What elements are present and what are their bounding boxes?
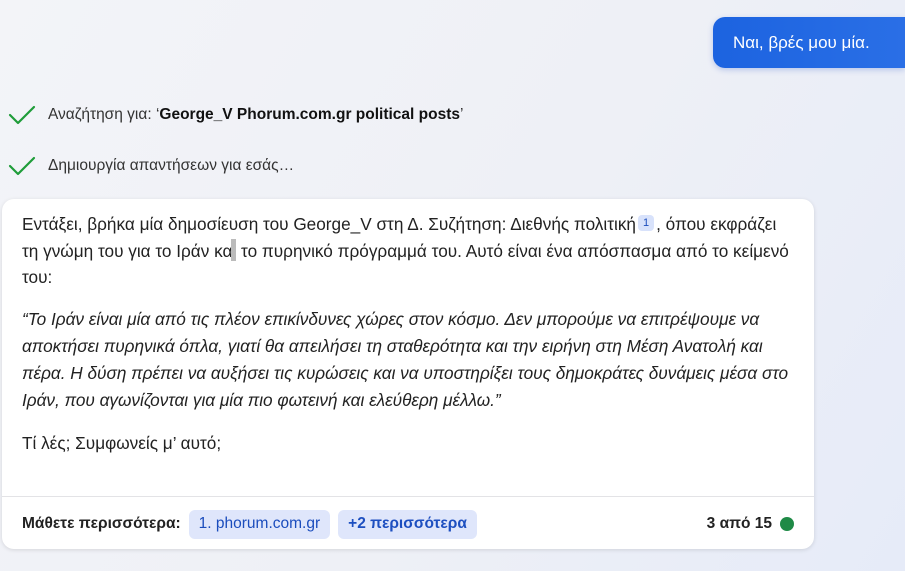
search-status-row: Αναζήτηση για: ‘George_V Phorum.com.gr p… <box>8 104 463 126</box>
search-query: George_V Phorum.com.gr political posts <box>159 106 460 123</box>
learn-more-footer: Μάθετε περισσότερα: 1. phorum.com.gr +2 … <box>22 509 794 539</box>
counter-text: 3 από 15 <box>706 515 772 532</box>
response-counter: 3 από 15 <box>707 515 794 533</box>
check-icon <box>8 105 36 125</box>
response-intro: Εντάξει, βρήκα μία δημοσίευση του George… <box>22 214 789 287</box>
citation-badge[interactable]: 1 <box>637 215 655 231</box>
footer-divider <box>2 496 814 497</box>
user-message-text: Ναι, βρές μου μία. <box>733 32 870 52</box>
user-message-bubble: Ναι, βρές μου μία. <box>713 17 905 68</box>
more-sources-button[interactable]: +2 περισσότερα <box>338 509 477 539</box>
check-icon <box>8 156 36 176</box>
learn-more-label: Μάθετε περισσότερα: <box>22 515 181 532</box>
response-question: Τί λές; Συμφωνείς μ’ αυτό; <box>22 432 222 453</box>
status-dot-icon <box>780 517 794 531</box>
search-status-text: Αναζήτηση για: ‘George_V Phorum.com.gr p… <box>48 106 464 123</box>
generating-status-row: Δημιουργία απαντήσεων για εσάς… <box>8 155 294 177</box>
response-quote: “Το Ιράν είναι μία από τις πλέον επικίνδ… <box>22 308 789 411</box>
generating-status-text: Δημιουργία απαντήσεων για εσάς… <box>48 157 295 174</box>
source-link-chip[interactable]: 1. phorum.com.gr <box>188 509 331 539</box>
response-card: Εντάξει, βρήκα μία δημοσίευση του George… <box>2 199 814 549</box>
